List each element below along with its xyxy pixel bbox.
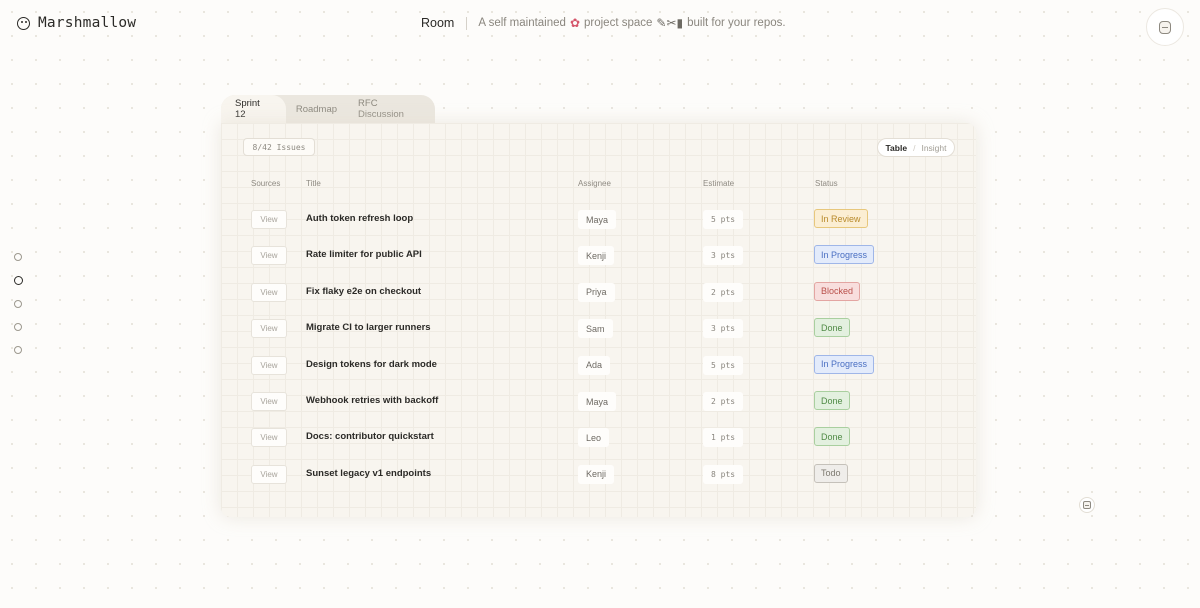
marshmallow-face-icon: [1159, 20, 1171, 34]
table-row[interactable]: View Design tokens for dark mode Ada 5 pts I…: [221, 354, 976, 376]
status-badge[interactable]: Done: [814, 391, 850, 410]
estimate-chip[interactable]: 5 pts: [703, 355, 744, 375]
issue-title[interactable]: Auth token refresh loop: [306, 213, 413, 224]
table-row[interactable]: View Auth token refresh loop Maya 5 pts In R…: [221, 209, 976, 230]
view-source-button[interactable]: View: [251, 210, 287, 229]
section-dot-3[interactable]: [14, 300, 22, 308]
assignee-chip[interactable]: Ada: [578, 355, 611, 375]
estimate-chip[interactable]: 3 pts: [703, 246, 744, 266]
status-badge[interactable]: Todo: [814, 463, 848, 483]
table-row[interactable]: View Rate limiter for public API Kenji 3 pt…: [221, 245, 976, 266]
section-dot-2[interactable]: [13, 276, 23, 285]
view-toggle-divider: /: [913, 142, 916, 153]
table-row[interactable]: View Sunset legacy v1 endpoints Kenji 8 pts…: [221, 463, 976, 485]
estimate-chip[interactable]: 3 pts: [703, 319, 744, 339]
issue-title[interactable]: Fix flaky e2e on checkout: [306, 286, 421, 297]
tagline-middle: project space: [584, 17, 653, 29]
status-badge[interactable]: Blocked: [814, 281, 861, 301]
brand[interactable]: Marshmallow: [17, 15, 136, 31]
tab-roadmap[interactable]: Roadmap: [286, 95, 348, 123]
tab-bar: Sprint 12 Roadmap RFC Discussion: [221, 95, 435, 123]
assignee-chip[interactable]: Kenji: [578, 246, 615, 266]
issue-count-badge: 8/42 Issues: [243, 138, 315, 156]
estimate-chip[interactable]: 2 pts: [703, 282, 744, 302]
tagline-prefix: A self maintained: [478, 17, 566, 29]
tab-sprint-12[interactable]: Sprint 12: [221, 95, 286, 123]
table-row[interactable]: View Webhook retries with backoff Maya 2 pt…: [221, 391, 976, 412]
column-header-title: Title: [306, 179, 321, 188]
status-badge[interactable]: Done: [814, 427, 850, 447]
issues-panel: 8/42 Issues Table / Insight Sources Titl…: [221, 123, 976, 517]
view-source-button[interactable]: View: [251, 428, 287, 448]
assignee-chip[interactable]: Maya: [578, 210, 617, 229]
issue-title[interactable]: Sunset legacy v1 endpoints: [306, 468, 431, 479]
column-header-estimate: Estimate: [703, 179, 735, 188]
user-avatar-button[interactable]: [1146, 8, 1184, 46]
helper-avatar-button[interactable]: [1079, 497, 1095, 513]
assignee-chip[interactable]: Maya: [578, 392, 617, 411]
table-row[interactable]: View Fix flaky e2e on checkout Priya 2 pts B…: [221, 281, 976, 303]
view-source-button[interactable]: View: [251, 246, 287, 266]
tagline-suffix: built for your repos.: [687, 17, 786, 29]
issue-title[interactable]: Rate limiter for public API: [306, 249, 422, 260]
issue-title[interactable]: Webhook retries with backoff: [306, 395, 438, 406]
estimate-chip[interactable]: 2 pts: [703, 392, 744, 411]
issue-title[interactable]: Design tokens for dark mode: [306, 359, 437, 370]
tab-rfc-discussion[interactable]: RFC Discussion: [348, 95, 435, 123]
estimate-chip[interactable]: 1 pts: [703, 428, 744, 448]
column-header-assignee: Assignee: [578, 179, 611, 188]
view-source-button[interactable]: View: [251, 464, 287, 484]
section-dot-1[interactable]: [14, 253, 22, 261]
view-source-button[interactable]: View: [251, 319, 287, 339]
status-badge[interactable]: In Progress: [814, 354, 875, 374]
marshmallow-logo-icon: [17, 16, 30, 30]
assignee-chip[interactable]: Priya: [578, 282, 615, 302]
assignee-chip[interactable]: Kenji: [578, 464, 615, 484]
view-source-button[interactable]: View: [251, 282, 287, 302]
view-toggle-table[interactable]: Table: [886, 143, 908, 153]
header-divider: [466, 16, 468, 30]
estimate-chip[interactable]: 5 pts: [703, 210, 744, 229]
marshmallow-face-icon: [1083, 501, 1091, 509]
status-badge[interactable]: In Progress: [814, 245, 875, 265]
view-toggle-insight[interactable]: Insight: [921, 143, 946, 153]
section-dot-4[interactable]: [14, 323, 22, 331]
section-dot-5[interactable]: [14, 346, 22, 354]
column-header-sources: Sources: [251, 179, 281, 188]
status-badge[interactable]: Done: [814, 318, 850, 338]
table-row[interactable]: View Docs: contributor quickstart Leo 1 pts…: [221, 427, 976, 448]
status-badge[interactable]: In Review: [814, 209, 868, 228]
issue-title[interactable]: Docs: contributor quickstart: [306, 431, 434, 442]
estimate-chip[interactable]: 8 pts: [703, 464, 744, 484]
view-source-button[interactable]: View: [251, 392, 287, 411]
room-header: Room A self maintained ✿ project space ✎…: [421, 16, 786, 30]
assignee-chip[interactable]: Leo: [578, 428, 610, 448]
view-source-button[interactable]: View: [251, 355, 287, 375]
flower-icon: ✿: [569, 16, 580, 30]
column-header-status: Status: [815, 179, 838, 188]
tools-icon: ✎✂▮: [656, 16, 684, 30]
issue-title[interactable]: Migrate CI to larger runners: [306, 322, 431, 333]
table-row[interactable]: View Migrate CI to larger runners Sam 3 pts…: [221, 318, 976, 339]
view-toggle: Table / Insight: [877, 138, 955, 157]
room-label: Room: [421, 16, 455, 30]
assignee-chip[interactable]: Sam: [578, 319, 613, 339]
section-dot-nav: [13, 253, 23, 354]
app-name: Marshmallow: [38, 15, 137, 31]
room-tagline: A self maintained ✿ project space ✎✂▮ bu…: [478, 16, 785, 30]
